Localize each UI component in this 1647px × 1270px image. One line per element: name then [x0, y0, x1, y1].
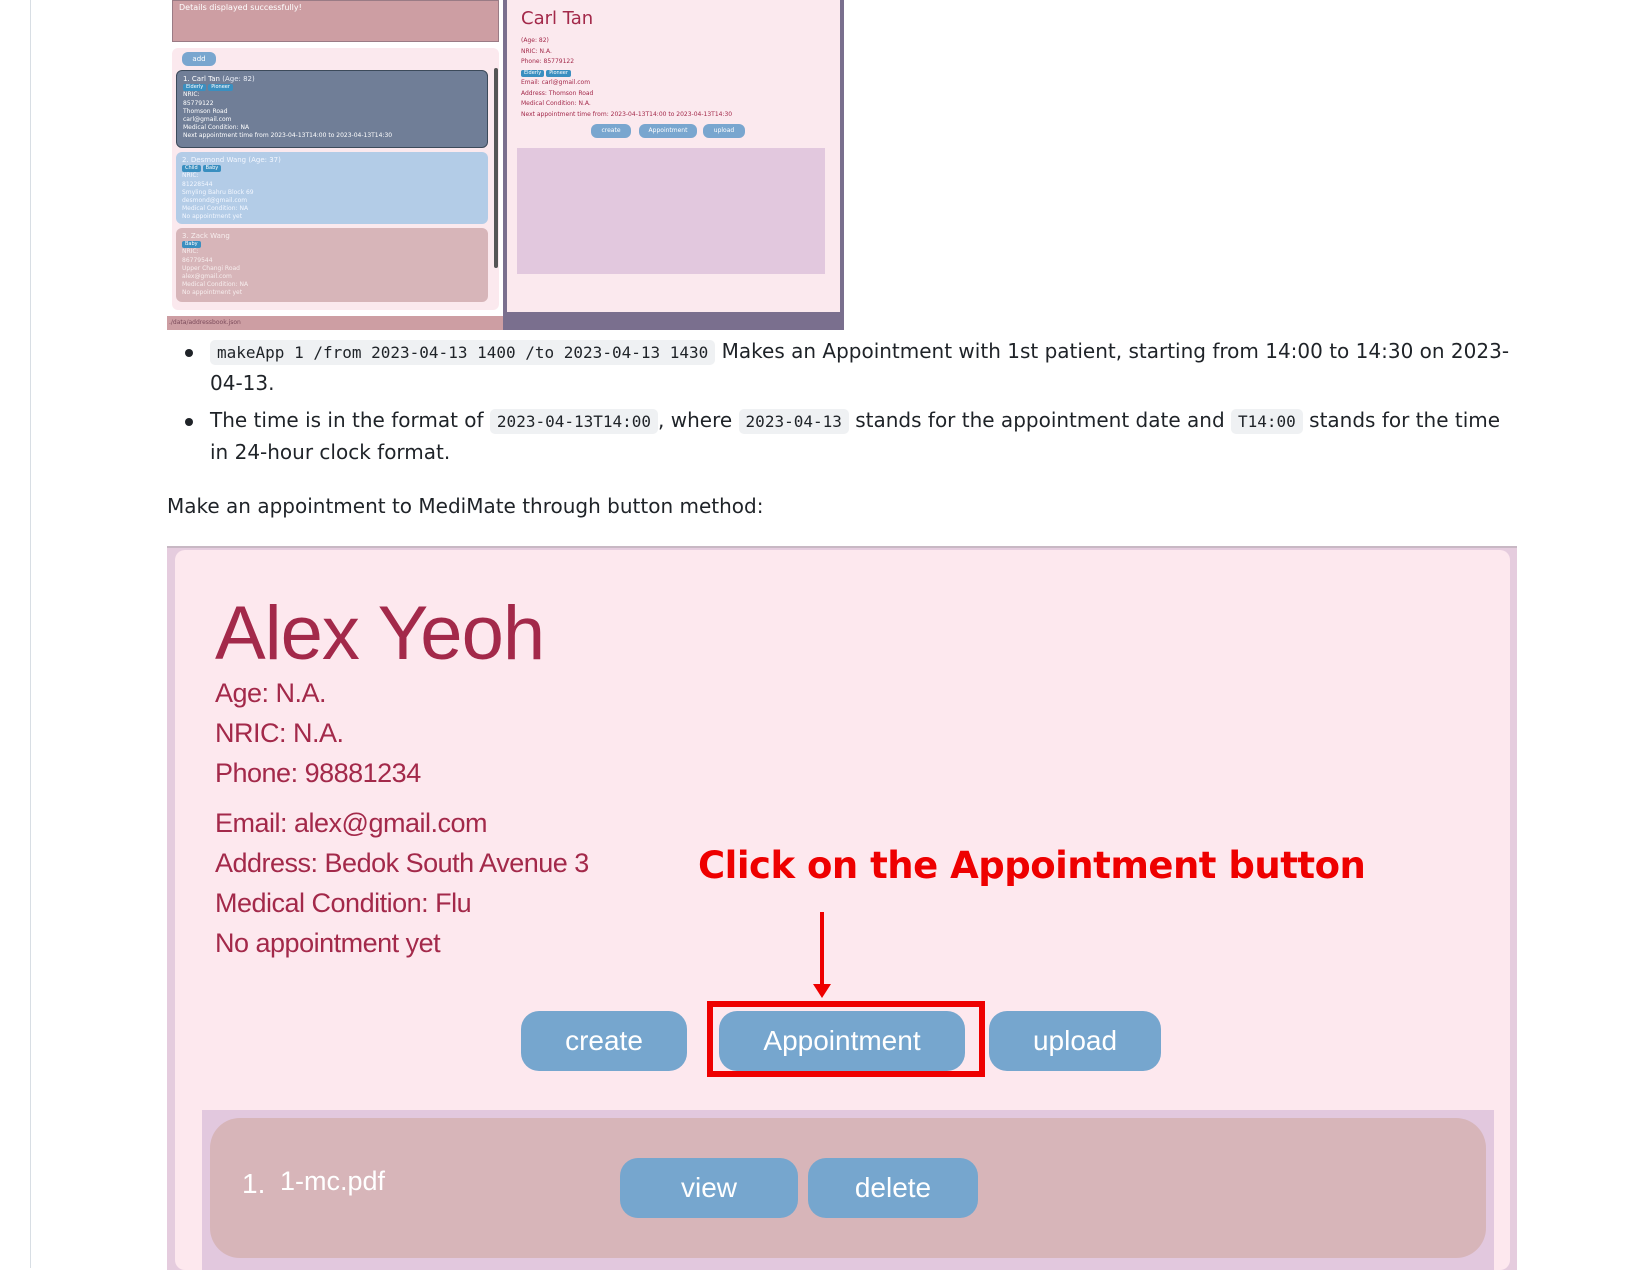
- inline-code: 2023-04-13: [738, 409, 849, 434]
- documents-panel: [517, 148, 825, 274]
- patient-card-1[interactable]: 1. Carl Tan (Age: 82) Elderly Pioneer NRI…: [176, 70, 488, 148]
- bullet-text: The time is in the format of: [210, 408, 490, 432]
- patient-card-name: 2. Desmond Wang (Age: 37): [182, 156, 281, 164]
- delete-button[interactable]: delete: [808, 1158, 978, 1218]
- patient-tags: Child Baby: [182, 164, 482, 173]
- command-code: makeApp 1 /from 2023-04-13 1400 /to 2023…: [210, 340, 716, 365]
- list-item: makeApp 1 /from 2023-04-13 1400 /to 2023…: [185, 336, 1510, 399]
- arrowhead-icon: [813, 984, 831, 998]
- view-button[interactable]: view: [620, 1158, 798, 1218]
- patient-list: add 1. Carl Tan (Age: 82) Elderly Pioneer…: [172, 48, 499, 310]
- instruction-list: makeApp 1 /from 2023-04-13 1400 /to 2023…: [185, 336, 1510, 474]
- section-paragraph: Make an appointment to MediMate through …: [167, 494, 764, 518]
- status-bar: ./data/addressbook.json: [167, 316, 503, 330]
- patient-address: Address: Bedok South Avenue 3: [215, 848, 589, 878]
- patient-card-name: 3. Zack Wang: [182, 232, 230, 240]
- arrow-down-icon: [820, 912, 824, 987]
- patient-email: Email: alex@gmail.com: [215, 808, 488, 838]
- bullet-text: , where: [658, 408, 739, 432]
- add-button[interactable]: add: [182, 52, 216, 66]
- patient-nric: NRIC: N.A.: [215, 718, 344, 748]
- patient-name: Alex Yeoh: [215, 591, 545, 676]
- appointment-button[interactable]: Appointment: [639, 124, 697, 138]
- inline-code: T14:00: [1231, 409, 1303, 434]
- upload-button[interactable]: upload: [703, 124, 745, 138]
- app-screenshot-large: Alex Yeoh Age: N.A. NRIC: N.A. Phone: 98…: [167, 546, 1517, 1270]
- document-row: 1. 1-mc.pdf view delete: [210, 1118, 1486, 1258]
- patient-card-3[interactable]: 3. Zack Wang Baby NRIC: 86779544 Upper C…: [176, 228, 488, 302]
- patient-card-name: 1. Carl Tan (Age: 82): [183, 75, 255, 83]
- result-text: Details displayed successfully!: [179, 3, 302, 12]
- upload-button[interactable]: upload: [989, 1011, 1161, 1071]
- patient-tags: Baby: [182, 240, 482, 249]
- bullet-icon: [185, 418, 193, 426]
- document-name: 1-mc.pdf: [280, 1166, 386, 1196]
- app-screenshot-small: Details displayed successfully! add 1. C…: [167, 0, 844, 330]
- detail-tags: Elderly Pioneer: [521, 68, 732, 79]
- document-index: 1.: [242, 1168, 266, 1199]
- detail-name: Carl Tan: [521, 8, 594, 29]
- patient-medical-condition: Medical Condition: Flu: [215, 888, 472, 918]
- documents-panel: 1. 1-mc.pdf view delete: [202, 1110, 1494, 1270]
- patient-age: Age: N.A.: [215, 678, 327, 708]
- create-button[interactable]: create: [591, 124, 631, 138]
- bullet-icon: [185, 349, 193, 357]
- patient-phone: Phone: 98881234: [215, 758, 421, 788]
- patient-appointment: No appointment yet: [215, 928, 441, 958]
- highlight-box: [707, 1001, 985, 1077]
- page-left-border: [30, 0, 31, 1268]
- result-display: Details displayed successfully!: [172, 0, 499, 42]
- create-button[interactable]: create: [521, 1011, 687, 1071]
- inline-code: 2023-04-13T14:00: [489, 409, 659, 434]
- annotation-callout: Click on the Appointment button: [698, 844, 1366, 887]
- list-scrollbar[interactable]: [494, 68, 498, 268]
- patient-card-2[interactable]: 2. Desmond Wang (Age: 37) Child Baby NRIC…: [176, 152, 488, 224]
- bullet-text: stands for the appointment date and: [848, 408, 1231, 432]
- list-item: The time is in the format of 2023-04-13T…: [185, 405, 1510, 468]
- patient-detail-panel: Alex Yeoh Age: N.A. NRIC: N.A. Phone: 98…: [175, 550, 1510, 1270]
- left-pane: Details displayed successfully! add 1. C…: [167, 0, 503, 330]
- detail-info: (Age: 82) NRIC: N.A. Phone: 85779122 Eld…: [521, 37, 733, 118]
- detail-pane: Carl Tan (Age: 82) NRIC: N.A. Phone: 857…: [507, 0, 840, 312]
- patient-tags: Elderly Pioneer: [183, 83, 481, 92]
